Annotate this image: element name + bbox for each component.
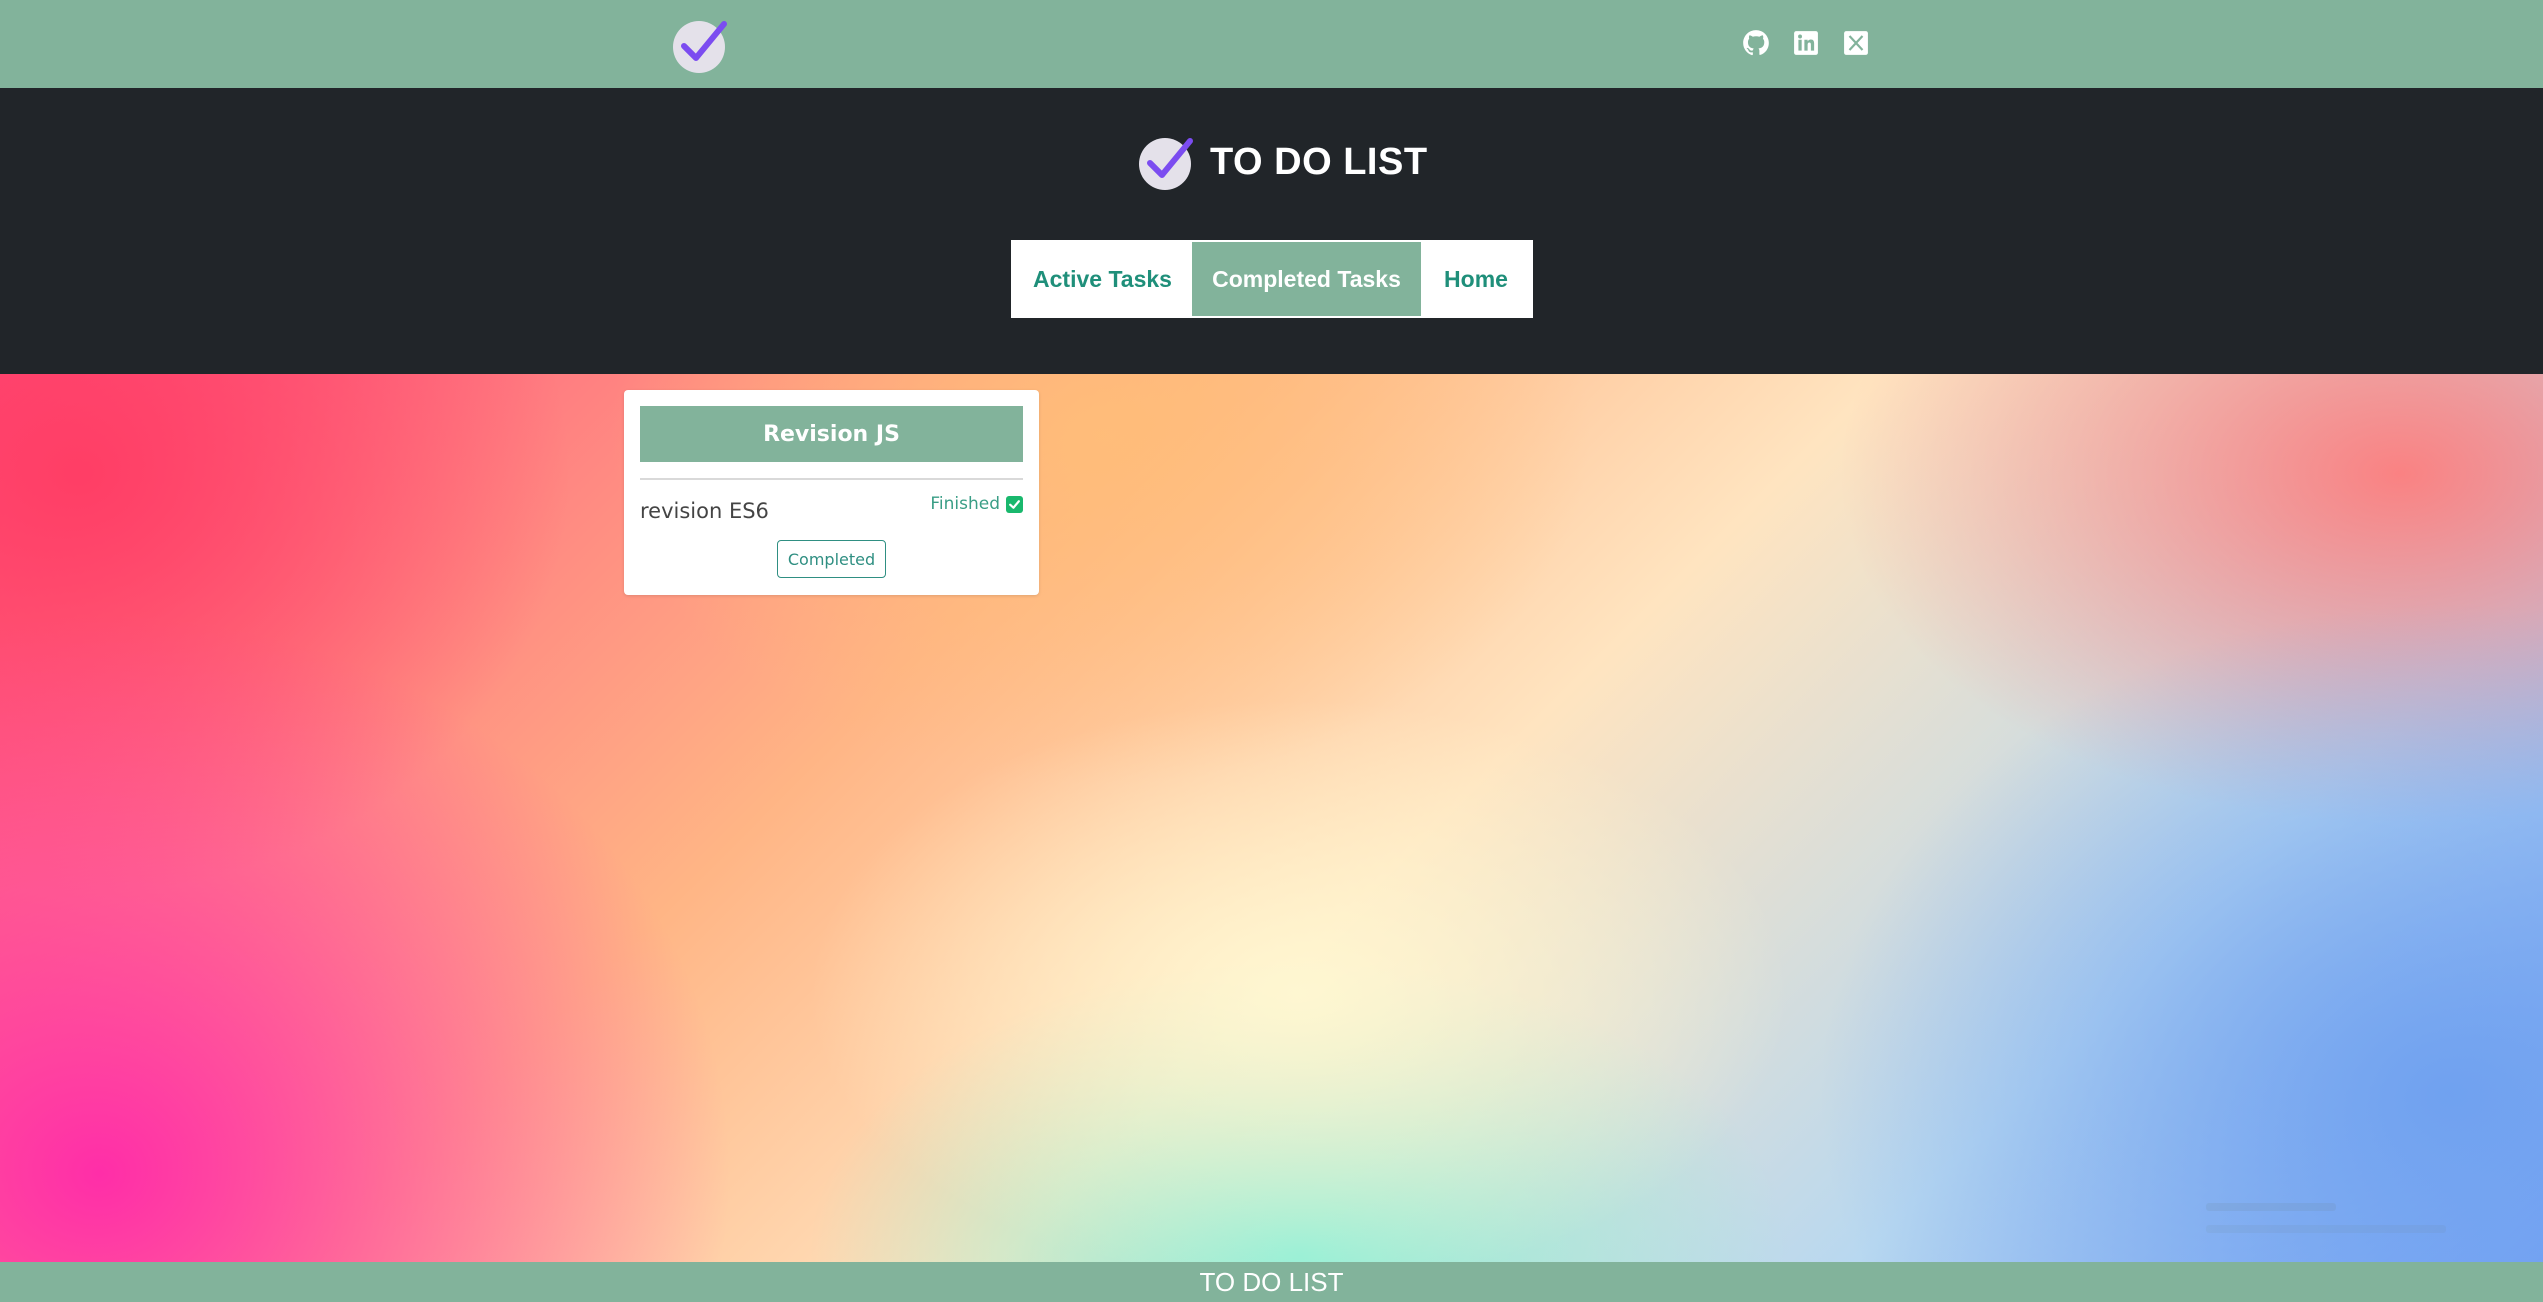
brand: TO DO LIST	[1138, 132, 1428, 192]
finished-toggle[interactable]: Finished	[930, 494, 1023, 514]
app-logo-icon[interactable]	[672, 16, 730, 74]
x-icon[interactable]	[1840, 27, 1872, 59]
finished-checkbox[interactable]	[1006, 495, 1023, 513]
footer: TO DO LIST	[0, 1262, 2543, 1302]
card-divider	[640, 478, 1023, 480]
linkedin-icon[interactable]	[1790, 27, 1822, 59]
page-title: TO DO LIST	[1210, 140, 1428, 183]
social-links	[1740, 26, 1872, 60]
watermark-decoration	[2206, 1199, 2446, 1250]
task-name: revision ES6	[640, 499, 769, 523]
top-bar	[0, 0, 2543, 88]
nav-completed-tasks-button[interactable]: Completed Tasks	[1192, 242, 1421, 316]
github-icon[interactable]	[1740, 27, 1772, 59]
finished-label: Finished	[930, 494, 1000, 514]
nav-active-tasks-button[interactable]: Active Tasks	[1013, 242, 1192, 316]
task-card: Revision JS revision ES6 Finished Comple…	[624, 390, 1039, 595]
nav-home-button[interactable]: Home	[1421, 242, 1531, 316]
task-nav: Active Tasks Completed Tasks Home	[1011, 240, 1533, 318]
task-row: revision ES6 Finished	[640, 488, 1023, 528]
main-content: Revision JS revision ES6 Finished Comple…	[0, 374, 2543, 1262]
completed-status-button[interactable]: Completed	[777, 540, 886, 578]
page-header: TO DO LIST Active Tasks Completed Tasks …	[0, 88, 2543, 374]
checkmark-logo-icon	[1138, 133, 1196, 191]
card-title: Revision JS	[640, 406, 1023, 462]
check-icon	[1009, 499, 1020, 509]
